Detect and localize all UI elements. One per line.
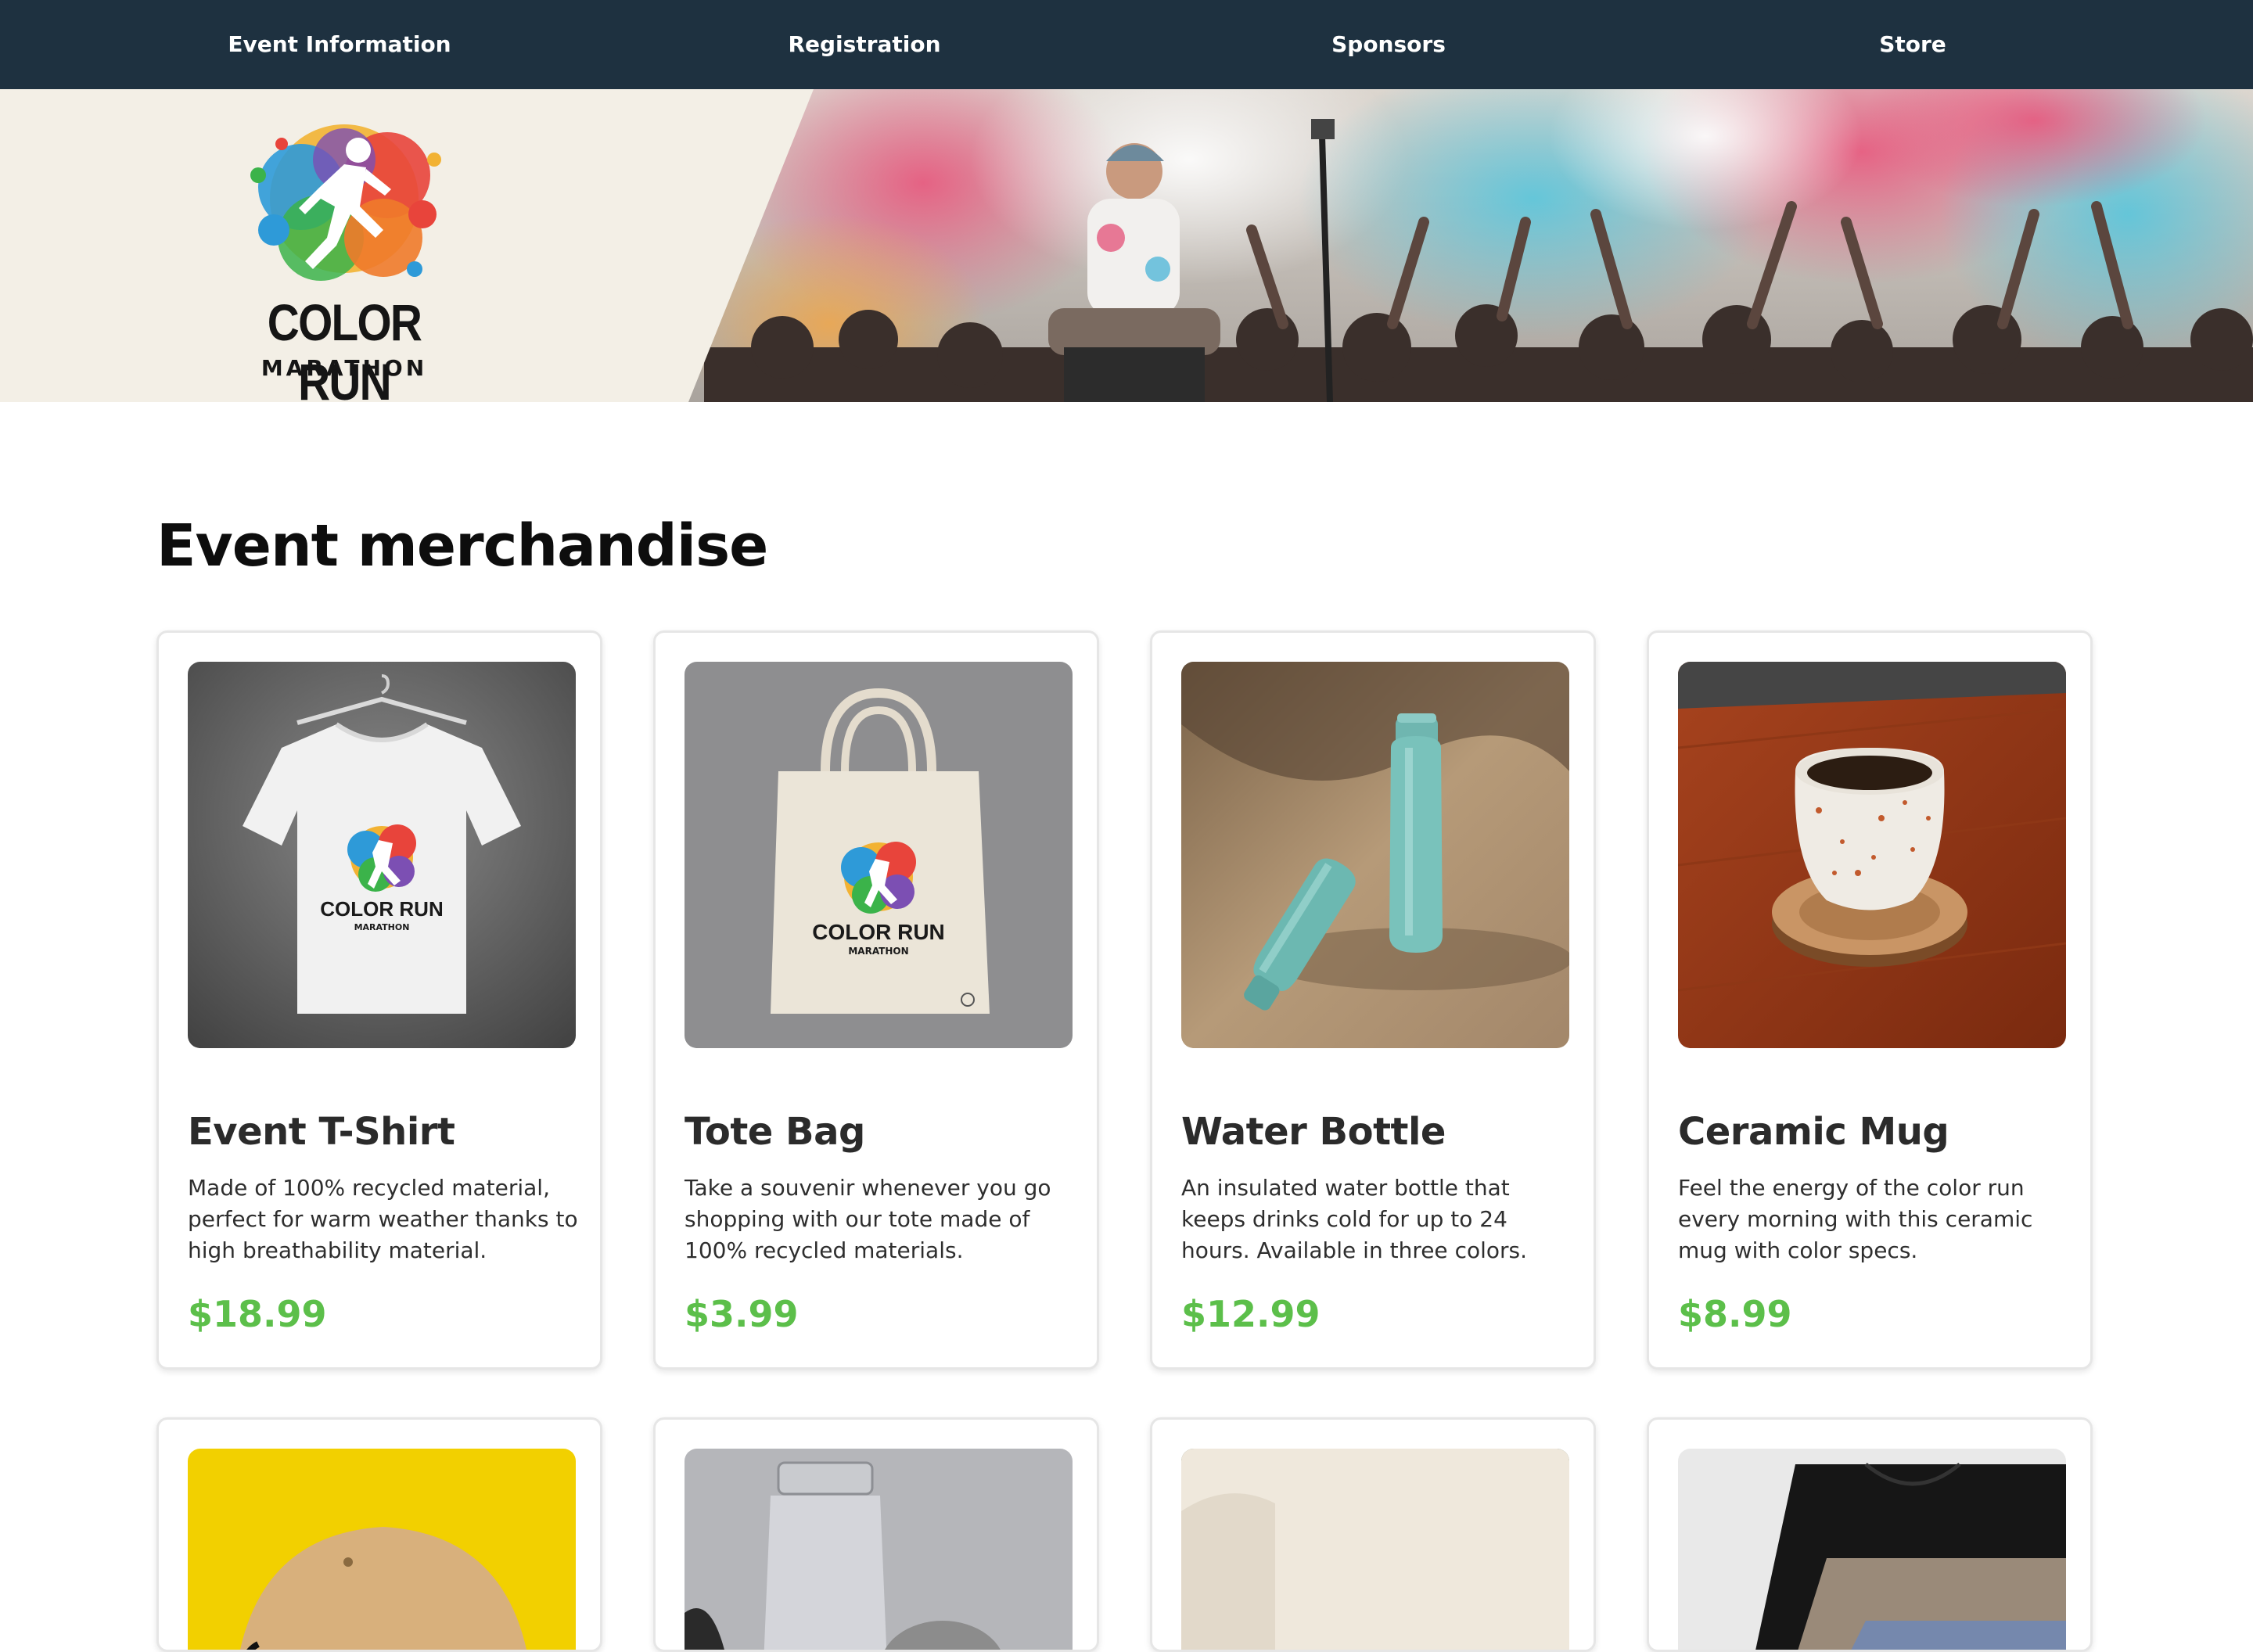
product-description: Feel the energy of the color run every m… — [1678, 1175, 2033, 1263]
hero-banner: COLOR RUN MARATHON — [0, 89, 2253, 402]
product-name: Water Bottle — [1181, 1110, 1446, 1154]
logo-subtitle: MARATHON — [261, 355, 428, 381]
product-card-shirts[interactable] — [1647, 1417, 2093, 1652]
product-card-tote-bag[interactable]: COLOR RUN MARATHON Tote Bag Take a souve… — [653, 630, 1099, 1370]
runner-splash-icon — [250, 124, 441, 281]
folded-shirts-image — [1678, 1449, 2066, 1650]
nav-registration[interactable]: Registration — [669, 0, 1060, 89]
product-price: $8.99 — [1678, 1293, 1792, 1335]
top-navigation: Event Information Registration Sponsors … — [0, 0, 2253, 89]
sweatshirt-image — [1181, 1449, 1569, 1650]
product-price: $18.99 — [188, 1293, 327, 1335]
tote-bag-image: COLOR RUN MARATHON — [685, 662, 1073, 1048]
product-card-sweatshirt[interactable] — [1150, 1417, 1596, 1652]
nav-event-information[interactable]: Event Information — [144, 0, 535, 89]
svg-text:MARATHON: MARATHON — [354, 922, 410, 932]
product-card-ceramic-mug[interactable]: Ceramic Mug Feel the energy of the color… — [1647, 630, 2093, 1370]
color-run-logo[interactable]: COLOR RUN MARATHON — [227, 113, 462, 402]
product-price: $12.99 — [1181, 1293, 1321, 1335]
nav-sponsors[interactable]: Sponsors — [1193, 0, 1584, 89]
product-card-water-bottle[interactable]: Water Bottle An insulated water bottle t… — [1150, 630, 1596, 1370]
logo-title: COLOR RUN — [267, 293, 422, 402]
nav-store[interactable]: Store — [1717, 0, 2108, 89]
product-name: Ceramic Mug — [1678, 1110, 1949, 1154]
product-card-tshirt[interactable]: COLOR RUN MARATHON Event T-Shirt Made of… — [156, 630, 602, 1370]
water-bottle-image — [1181, 662, 1569, 1048]
product-description: An insulated water bottle that keeps dri… — [1181, 1175, 1527, 1263]
product-name: Event T-Shirt — [188, 1110, 455, 1154]
product-price: $3.99 — [685, 1293, 799, 1335]
cap-image — [188, 1449, 576, 1650]
section-title: Event merchandise — [156, 512, 768, 580]
product-description: Made of 100% recycled material, perfect … — [188, 1175, 578, 1263]
product-card-cap[interactable] — [156, 1417, 602, 1652]
glass-jar-image — [685, 1449, 1073, 1650]
ceramic-mug-image — [1678, 662, 2066, 1048]
product-description: Take a souvenir whenever you go shopping… — [685, 1175, 1051, 1263]
svg-text:COLOR RUN: COLOR RUN — [320, 897, 443, 921]
tshirt-image: COLOR RUN MARATHON — [188, 662, 576, 1048]
product-card-jar[interactable] — [653, 1417, 1099, 1652]
svg-text:COLOR RUN: COLOR RUN — [812, 920, 945, 944]
product-name: Tote Bag — [685, 1110, 865, 1154]
svg-text:MARATHON: MARATHON — [848, 946, 908, 957]
